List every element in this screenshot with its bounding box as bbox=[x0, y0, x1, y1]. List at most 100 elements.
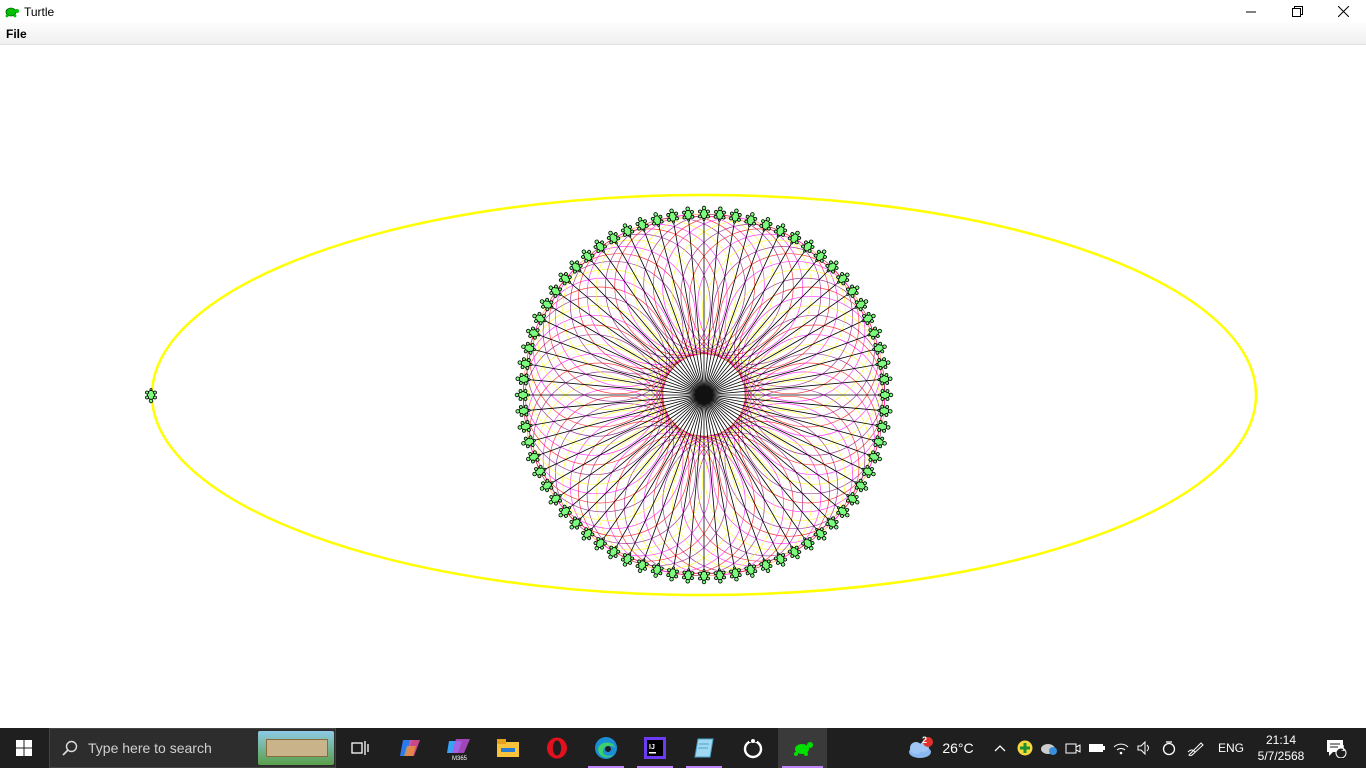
turtle-marker bbox=[877, 373, 893, 386]
spoke-line bbox=[687, 394, 705, 576]
minimize-icon bbox=[1246, 11, 1256, 12]
volume-icon bbox=[1137, 741, 1149, 755]
notification-center-button[interactable]: 1 bbox=[1316, 728, 1356, 768]
intellij-button[interactable]: IJ bbox=[631, 728, 679, 768]
turtle-marker bbox=[548, 492, 562, 506]
window-controls bbox=[1228, 0, 1366, 23]
turtle-marker bbox=[606, 230, 621, 245]
turtle-marker bbox=[801, 537, 815, 551]
turtle-marker bbox=[515, 404, 531, 417]
tray-pen[interactable] bbox=[1184, 728, 1208, 768]
file-explorer-button[interactable] bbox=[484, 728, 532, 768]
turtle-marker bbox=[682, 206, 695, 222]
clock-time: 21:14 bbox=[1265, 733, 1297, 747]
cloud-sync-icon bbox=[1041, 744, 1057, 755]
start-button[interactable] bbox=[0, 728, 48, 768]
search-highlight-image bbox=[258, 731, 334, 765]
tray-wifi[interactable] bbox=[1110, 728, 1132, 768]
language-text: ENG bbox=[1217, 741, 1244, 755]
tray-plus-app[interactable] bbox=[1014, 728, 1036, 768]
turtle-marker bbox=[606, 545, 621, 560]
green-plus-icon bbox=[1017, 740, 1033, 756]
close-button[interactable] bbox=[1320, 0, 1366, 23]
turtle-marker bbox=[713, 568, 726, 584]
battery-icon bbox=[1089, 744, 1105, 752]
close-icon bbox=[1337, 6, 1349, 17]
svg-text:M365: M365 bbox=[452, 756, 468, 761]
notepad-icon bbox=[694, 738, 714, 758]
spoke-line bbox=[703, 394, 885, 412]
turtle-canvas[interactable] bbox=[0, 46, 1366, 728]
copilot-button[interactable] bbox=[386, 728, 434, 768]
restore-button[interactable] bbox=[1274, 0, 1320, 23]
spoke-line bbox=[703, 378, 885, 396]
sync-icon bbox=[1162, 741, 1176, 756]
show-hidden-icons-button[interactable] bbox=[990, 728, 1010, 768]
window-title: Turtle bbox=[24, 4, 55, 19]
tray-onedrive[interactable] bbox=[1038, 728, 1060, 768]
spoke-line bbox=[523, 378, 705, 396]
camera-icon bbox=[1065, 743, 1081, 754]
opera-button[interactable] bbox=[533, 728, 581, 768]
turtle-marker bbox=[787, 230, 802, 245]
chevron-up-icon bbox=[994, 745, 1006, 752]
opera-icon bbox=[547, 737, 567, 759]
task-view-button[interactable] bbox=[336, 728, 384, 768]
search-box[interactable]: Type here to search bbox=[49, 728, 336, 768]
spoke-line bbox=[703, 214, 721, 396]
turtle-drawing bbox=[145, 193, 1258, 597]
turtle-marker bbox=[593, 537, 607, 551]
copilot-icon bbox=[400, 740, 420, 756]
turtle-taskbar-button[interactable] bbox=[778, 728, 827, 768]
language-indicator[interactable]: ENG bbox=[1212, 728, 1250, 768]
turtle-marker bbox=[698, 569, 710, 585]
obs-button[interactable] bbox=[729, 728, 777, 768]
taskbar: Type here to search M365 IJ 2 26°C ENG 2… bbox=[0, 728, 1366, 768]
tray-battery[interactable] bbox=[1086, 728, 1108, 768]
spoke-line bbox=[687, 214, 705, 396]
edge-icon bbox=[595, 737, 617, 759]
wifi-icon bbox=[1113, 743, 1129, 755]
center-hub bbox=[695, 386, 713, 404]
tray-sync[interactable] bbox=[1158, 728, 1180, 768]
turtle-marker bbox=[539, 478, 554, 493]
m365-icon: M365 bbox=[447, 739, 470, 761]
clock[interactable]: 21:14 5/7/2568 bbox=[1254, 728, 1308, 768]
turtle-marker bbox=[548, 284, 562, 298]
turtle-marker bbox=[593, 239, 607, 253]
intellij-icon: IJ bbox=[644, 737, 666, 759]
turtle-marker bbox=[698, 205, 710, 221]
turtle-icon bbox=[793, 742, 813, 756]
edge-button[interactable] bbox=[582, 728, 630, 768]
turtle-marker bbox=[846, 284, 860, 298]
title-bar[interactable]: Turtle bbox=[0, 0, 1366, 23]
turtle-marker bbox=[801, 239, 815, 253]
task-view-icon bbox=[351, 741, 369, 755]
spoke-line bbox=[703, 394, 721, 576]
weather-badge: 2 bbox=[922, 735, 928, 745]
turtle-marker bbox=[846, 492, 860, 506]
m365-button[interactable]: M365 bbox=[435, 728, 483, 768]
turtle-marker bbox=[514, 389, 530, 401]
svg-text:IJ: IJ bbox=[649, 744, 655, 751]
file-explorer-icon bbox=[497, 739, 519, 757]
notification-count: 1 bbox=[1341, 744, 1346, 753]
tray-volume[interactable] bbox=[1134, 728, 1156, 768]
minimize-button[interactable] bbox=[1228, 0, 1274, 23]
turtle-marker bbox=[854, 297, 869, 312]
tray-camera[interactable] bbox=[1062, 728, 1084, 768]
turtle-marker bbox=[682, 568, 695, 584]
pen-icon bbox=[1187, 742, 1204, 756]
search-icon bbox=[62, 740, 78, 756]
clock-date: 5/7/2568 bbox=[1257, 749, 1305, 763]
turtle-marker bbox=[854, 478, 869, 493]
windows-icon bbox=[16, 740, 32, 756]
turtle-marker bbox=[878, 389, 894, 401]
turtle-marker bbox=[539, 297, 554, 312]
spoke-line bbox=[523, 394, 705, 412]
search-placeholder: Type here to search bbox=[88, 740, 212, 756]
turtle-marker bbox=[787, 545, 802, 560]
weather-widget[interactable]: 2 26°C bbox=[900, 728, 980, 768]
menu-file[interactable]: File bbox=[6, 27, 27, 41]
notepad-button[interactable] bbox=[680, 728, 728, 768]
